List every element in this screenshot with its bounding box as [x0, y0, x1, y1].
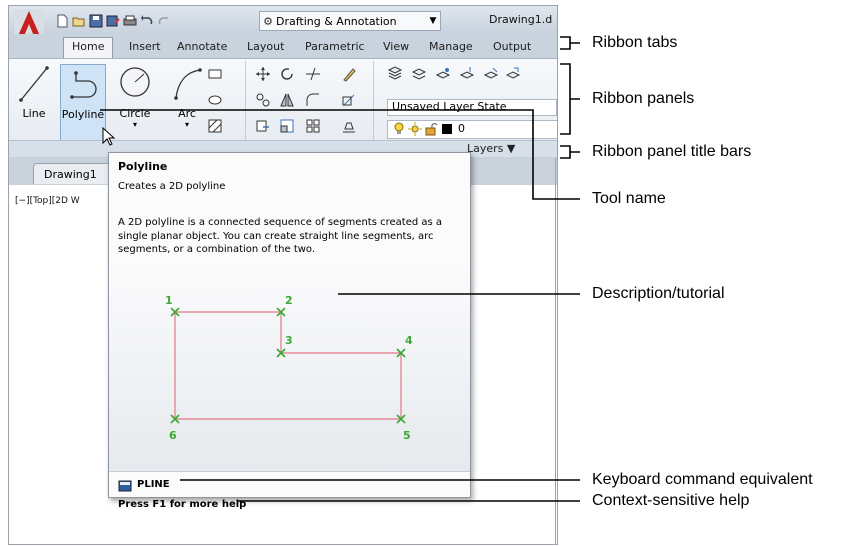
annotation-description: Description/tutorial — [592, 285, 725, 302]
callout-ribbon-tabs — [560, 36, 580, 50]
annotation-ribbon-tabs: Ribbon tabs — [592, 34, 678, 51]
callout-lines — [100, 36, 580, 502]
annotation-help: Context-sensitive help — [592, 492, 750, 509]
callout-panel-title-bars — [560, 145, 580, 159]
annotation-tool-name: Tool name — [592, 190, 666, 207]
annotation-keyboard: Keyboard command equivalent — [592, 471, 813, 488]
callout-ribbon-panels — [560, 63, 580, 135]
callout-tool-name — [100, 109, 580, 200]
annotation-ribbon-panels: Ribbon panels — [592, 90, 695, 107]
annotation-panel-title-bars: Ribbon panel title bars — [592, 143, 752, 160]
